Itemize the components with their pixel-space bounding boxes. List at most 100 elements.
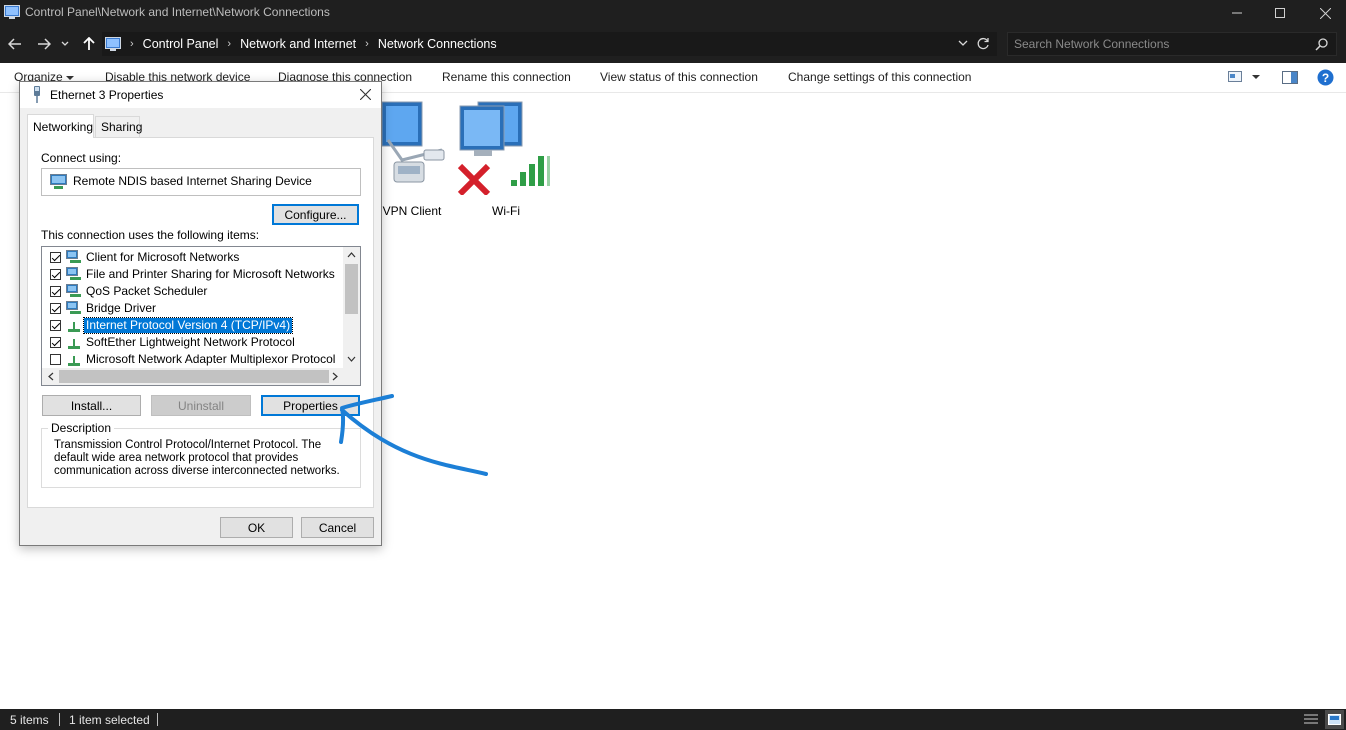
details-view-icon[interactable] [1304, 713, 1318, 726]
tab-sharing[interactable]: Sharing [95, 116, 142, 138]
window-title: Control Panel\Network and Internet\Netwo… [25, 5, 330, 19]
item-label: Bridge Driver [86, 301, 157, 315]
network-client-icon [66, 250, 81, 263]
up-button[interactable] [79, 34, 99, 54]
scroll-up-icon[interactable] [347, 252, 356, 258]
connection-vpn-client[interactable]: VPN Client [372, 100, 452, 220]
networking-panel: Connect using: Remote NDIS based Interne… [27, 137, 374, 508]
vpn-adapter-icon [381, 101, 445, 183]
control-panel-icon [4, 5, 20, 19]
item-checkbox[interactable] [50, 303, 61, 314]
chevron-right-icon[interactable]: › [365, 38, 369, 50]
chevron-down-icon[interactable] [1252, 75, 1260, 80]
item-checkbox[interactable] [50, 337, 61, 348]
horizontal-scrollbar[interactable] [42, 368, 360, 385]
device-field: Remote NDIS based Internet Sharing Devic… [41, 168, 361, 196]
list-item[interactable]: Internet Protocol Version 4 (TCP/IPv4) [42, 317, 342, 334]
arrow-up-icon [83, 37, 95, 50]
chevron-down-icon[interactable] [958, 40, 968, 48]
list-item[interactable]: File and Printer Sharing for Microsoft N… [42, 266, 342, 283]
status-bar: 5 items 1 item selected [0, 709, 1346, 730]
chevron-right-icon[interactable]: › [130, 38, 134, 50]
rename-connection-command[interactable]: Rename this connection [442, 70, 571, 84]
minimize-icon [1232, 12, 1242, 14]
item-checkbox[interactable] [50, 354, 61, 365]
forward-button[interactable] [34, 34, 54, 54]
vertical-scroll-thumb[interactable] [345, 264, 358, 314]
minimize-button[interactable] [1214, 0, 1260, 26]
connection-label: Wi-Fi [492, 204, 520, 218]
item-checkbox[interactable] [50, 320, 61, 331]
chevron-down-icon [61, 41, 69, 46]
install-button[interactable]: Install... [42, 395, 141, 416]
preview-pane-icon[interactable] [1282, 71, 1298, 84]
breadcrumb-network-connections[interactable]: Network Connections [378, 37, 497, 51]
item-checkbox[interactable] [50, 252, 61, 263]
description-group: Description Transmission Control Protoco… [41, 421, 361, 488]
vertical-scrollbar[interactable] [343, 247, 360, 369]
uninstall-button[interactable]: Uninstall [151, 395, 251, 416]
item-label: Internet Protocol Version 4 (TCP/IPv4) [82, 317, 294, 334]
network-service-icon [66, 301, 81, 314]
search-box[interactable] [1007, 32, 1337, 56]
control-panel-icon [105, 36, 121, 51]
address-bar: › Control Panel › Network and Internet ›… [0, 26, 1346, 63]
item-label: Client for Microsoft Networks [86, 250, 240, 264]
configure-button[interactable]: Configure... [272, 204, 359, 225]
network-service-icon [66, 284, 81, 297]
items-label: This connection uses the following items… [41, 228, 260, 242]
view-options-icon[interactable] [1228, 71, 1242, 83]
scroll-down-icon[interactable] [347, 356, 356, 362]
item-checkbox[interactable] [50, 269, 61, 280]
description-legend: Description [48, 421, 115, 435]
breadcrumb-network-and-internet[interactable]: Network and Internet [240, 37, 356, 51]
device-name: Remote NDIS based Internet Sharing Devic… [73, 174, 312, 188]
close-button[interactable] [1302, 0, 1346, 26]
protocol-icon [68, 339, 80, 349]
scroll-right-icon[interactable] [332, 372, 338, 381]
tab-networking[interactable]: Networking [27, 114, 94, 138]
protocol-icon [68, 356, 80, 366]
item-checkbox[interactable] [50, 286, 61, 297]
protocol-icon [68, 322, 80, 332]
list-item[interactable]: Client for Microsoft Networks [42, 249, 342, 266]
selected-count: 1 item selected [69, 713, 150, 727]
arrow-right-icon [38, 38, 51, 50]
maximize-icon [1275, 8, 1285, 18]
scroll-left-icon[interactable] [48, 372, 54, 381]
recent-locations-button[interactable] [58, 34, 72, 54]
dialog-title-bar: Ethernet 3 Properties [20, 82, 381, 108]
cancel-button[interactable]: Cancel [301, 517, 374, 538]
back-button[interactable] [5, 34, 25, 54]
search-icon[interactable] [1315, 38, 1328, 51]
ethernet-properties-dialog: Ethernet 3 Properties Networking Sharing… [19, 81, 382, 546]
item-label: File and Printer Sharing for Microsoft N… [86, 267, 335, 281]
large-icons-view-button[interactable] [1325, 710, 1344, 729]
annotation-arrow-icon [339, 394, 488, 476]
horizontal-scroll-thumb[interactable] [59, 370, 329, 383]
dialog-close-button[interactable] [355, 84, 375, 104]
search-input[interactable] [1014, 36, 1304, 52]
breadcrumb-control-panel[interactable]: Control Panel [143, 37, 219, 51]
breadcrumb[interactable]: › Control Panel › Network and Internet ›… [102, 32, 997, 56]
list-item[interactable]: Bridge Driver [42, 300, 342, 317]
list-item[interactable]: Microsoft Network Adapter Multiplexor Pr… [42, 351, 342, 368]
connection-wifi[interactable]: Wi-Fi [456, 100, 556, 220]
item-label: Microsoft Network Adapter Multiplexor Pr… [86, 352, 336, 366]
help-icon[interactable]: ? [1317, 69, 1334, 86]
item-label: SoftEther Lightweight Network Protocol [86, 335, 295, 349]
item-count: 5 items [10, 713, 49, 727]
chevron-right-icon[interactable]: › [227, 38, 231, 50]
list-item[interactable]: SoftEther Lightweight Network Protocol [42, 334, 342, 351]
maximize-button[interactable] [1257, 0, 1303, 26]
components-list[interactable]: Client for Microsoft Networks File and Pr… [41, 246, 361, 386]
svg-text:?: ? [1322, 71, 1329, 85]
change-settings-command[interactable]: Change settings of this connection [788, 70, 971, 84]
view-status-command[interactable]: View status of this connection [600, 70, 758, 84]
ok-button[interactable]: OK [220, 517, 293, 538]
network-adapter-icon [50, 174, 67, 189]
refresh-icon[interactable] [977, 37, 990, 50]
network-service-icon [66, 267, 81, 280]
list-item[interactable]: QoS Packet Scheduler [42, 283, 342, 300]
wifi-adapter-disconnected-icon [457, 101, 550, 197]
